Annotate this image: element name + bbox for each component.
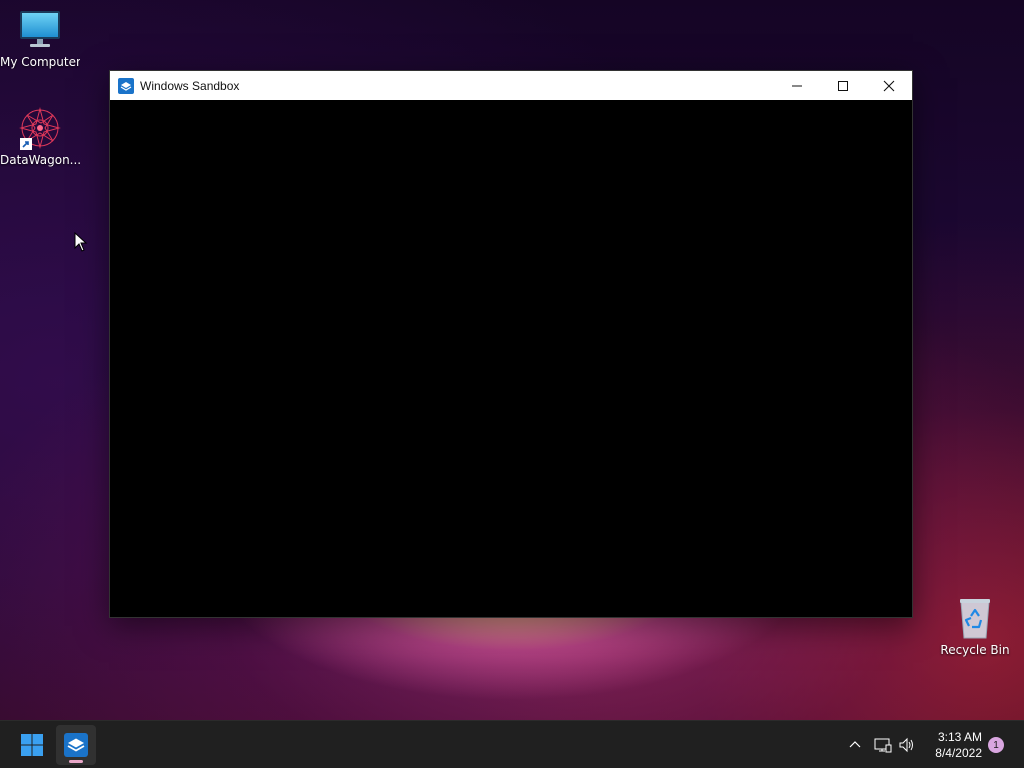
desktop-icon-label: Recycle Bin — [940, 643, 1010, 657]
sandbox-icon — [118, 77, 134, 94]
volume-icon — [899, 737, 913, 753]
desktop: My Computer DataWagon... Recycle Bin Win… — [0, 0, 1024, 768]
desktop-icon-datawagon[interactable]: DataWagon... — [0, 106, 80, 167]
shortcut-arrow-icon — [20, 138, 32, 150]
maximize-icon — [838, 80, 848, 91]
desktop-icon-my-computer[interactable]: My Computer — [0, 8, 80, 69]
sandbox-window: Windows Sandbox — [109, 70, 913, 618]
clock-time: 3:13 AM — [937, 730, 982, 744]
maximize-button[interactable] — [820, 71, 866, 100]
show-hidden-icons-button[interactable] — [844, 721, 866, 768]
minimize-button[interactable] — [774, 71, 820, 100]
mouse-cursor-icon — [74, 232, 88, 252]
sandbox-content-area[interactable] — [110, 100, 912, 617]
monitor-icon — [18, 8, 62, 52]
chevron-up-icon — [849, 741, 861, 748]
desktop-icon-label: My Computer — [0, 55, 80, 69]
recycle-bin-icon — [953, 596, 997, 640]
close-icon — [883, 80, 895, 91]
sandbox-icon — [64, 733, 88, 757]
active-indicator — [69, 760, 83, 763]
taskbar-item-windows-sandbox[interactable] — [56, 725, 96, 765]
close-button[interactable] — [866, 71, 912, 100]
minimize-icon — [792, 85, 802, 86]
desktop-icon-recycle-bin[interactable]: Recycle Bin — [935, 596, 1015, 657]
network-icon — [874, 738, 892, 753]
clock[interactable]: 3:13 AM 8/4/2022 — [935, 729, 982, 761]
windows-logo-icon — [21, 734, 43, 756]
taskbar: 3:13 AM 8/4/2022 1 — [0, 720, 1024, 768]
start-button[interactable] — [12, 725, 52, 765]
notification-badge[interactable]: 1 — [988, 737, 1004, 753]
desktop-icon-label: DataWagon... — [0, 153, 80, 167]
window-title: Windows Sandbox — [140, 78, 240, 93]
datawagon-icon — [18, 106, 62, 150]
volume-button[interactable] — [896, 721, 918, 768]
clock-date: 8/4/2022 — [935, 746, 982, 760]
window-titlebar[interactable]: Windows Sandbox — [110, 71, 912, 100]
network-button[interactable] — [872, 721, 894, 768]
